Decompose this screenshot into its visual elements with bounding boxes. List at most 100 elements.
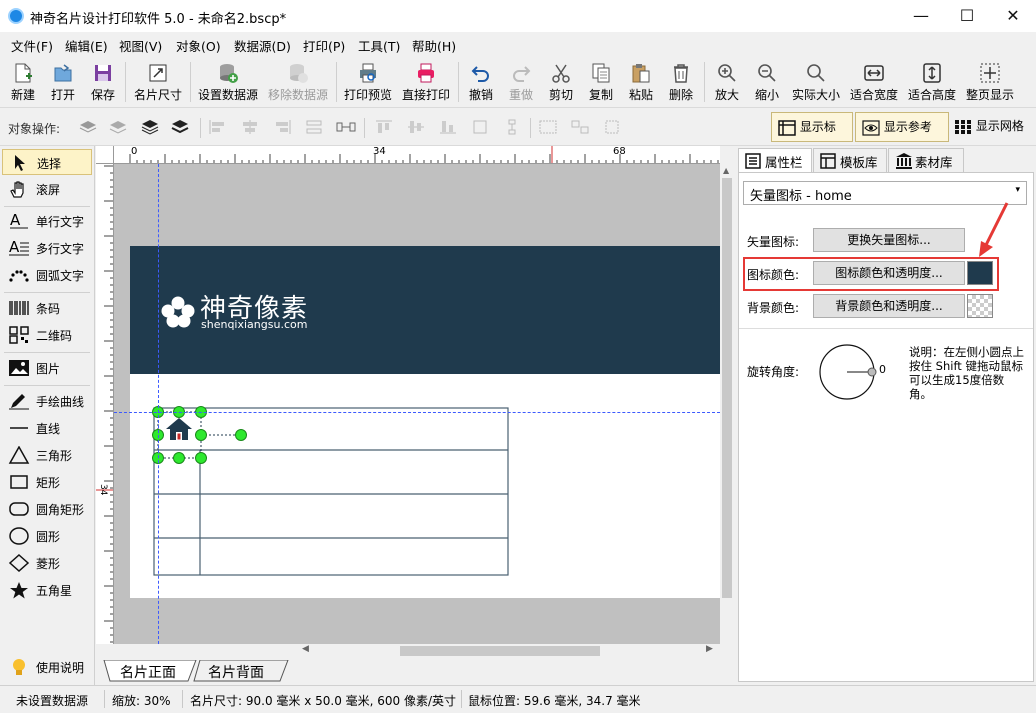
same-height-icon[interactable] xyxy=(502,119,522,135)
tool-select[interactable]: 选择 xyxy=(2,149,92,175)
tool-round-rect[interactable]: 圆角矩形 xyxy=(2,496,92,522)
bg-color-swatch[interactable] xyxy=(967,294,993,318)
maximize-button[interactable]: ☐ xyxy=(944,0,990,32)
tab-materials[interactable]: 素材库 xyxy=(888,148,964,172)
horizontal-guide-line[interactable] xyxy=(114,412,720,413)
fit-page-button[interactable]: 整页显示 xyxy=(964,58,1016,106)
group-icon[interactable] xyxy=(538,119,558,135)
vertical-scrollbar[interactable]: ▲ xyxy=(720,164,734,644)
zoom-out-button[interactable]: 缩小 xyxy=(750,58,784,106)
send-back-icon[interactable] xyxy=(108,119,128,135)
minimize-button[interactable]: — xyxy=(898,0,944,32)
selection-handles[interactable] xyxy=(130,246,720,598)
scroll-up-arrow-icon[interactable]: ▲ xyxy=(723,166,729,175)
align-bottom-icon[interactable] xyxy=(438,119,458,135)
resize-handle[interactable] xyxy=(173,452,185,464)
tool-barcode[interactable]: 条码 xyxy=(2,295,92,321)
actual-size-button[interactable]: 实际大小 xyxy=(790,58,842,106)
horizontal-ruler[interactable]: 0 34 68 xyxy=(114,146,720,164)
status-separator xyxy=(182,690,183,708)
tool-arc-text[interactable]: 圆弧文字 xyxy=(2,262,92,288)
database-add-icon xyxy=(220,64,238,83)
fit-height-button[interactable]: 适合高度 xyxy=(906,58,958,106)
scroll-left-arrow-icon[interactable]: ◀ xyxy=(302,644,309,654)
rotate-handle[interactable] xyxy=(235,429,247,441)
tool-help[interactable]: 使用说明 xyxy=(2,654,92,680)
undo-button[interactable]: 撤销 xyxy=(464,58,498,106)
bg-color-button[interactable]: 背景颜色和透明度... xyxy=(813,294,965,318)
scroll-right-arrow-icon[interactable]: ▶ xyxy=(706,644,713,654)
align-right-icon[interactable] xyxy=(272,119,292,135)
copy-button[interactable]: 复制 xyxy=(584,58,618,106)
new-button[interactable]: 新建 xyxy=(6,58,40,106)
tab-templates[interactable]: 模板库 xyxy=(813,148,887,172)
icon-color-button[interactable]: 图标颜色和透明度... xyxy=(813,261,965,285)
menu-print[interactable]: 打印(P) xyxy=(303,36,345,55)
design-workspace[interactable]: 神奇像素 shenqixiangsu.com xyxy=(114,164,720,644)
open-button[interactable]: 打开 xyxy=(46,58,80,106)
align-center-icon[interactable] xyxy=(240,119,260,135)
show-ruler-toggle[interactable]: 显示标尺 xyxy=(771,112,853,162)
save-button[interactable]: 保存 xyxy=(86,58,120,106)
zoom-in-button[interactable]: 放大 xyxy=(710,58,744,106)
menu-help[interactable]: 帮助(H) xyxy=(412,36,456,55)
redo-button[interactable]: 重做 xyxy=(504,58,538,106)
change-icon-button[interactable]: 更换矢量图标... xyxy=(813,228,965,252)
horizontal-scrollbar[interactable]: ◀ ▶ xyxy=(300,644,720,658)
menu-file[interactable]: 文件(F) xyxy=(11,36,53,55)
align-left-icon[interactable] xyxy=(208,119,228,135)
direct-print-button[interactable]: 直接打印 xyxy=(400,58,452,106)
sheet-tab-back[interactable]: 名片背面 xyxy=(208,662,264,682)
tool-qrcode[interactable]: 二维码 xyxy=(2,322,92,348)
paste-button[interactable]: 粘贴 xyxy=(624,58,658,106)
same-width-icon[interactable] xyxy=(470,119,490,135)
object-operation-label: 对象操作: xyxy=(8,122,61,136)
remove-datasource-button[interactable]: 移除数据源 xyxy=(266,58,330,106)
align-middle-icon[interactable] xyxy=(406,119,426,135)
menu-view[interactable]: 视图(V) xyxy=(119,36,162,55)
delete-button[interactable]: 删除 xyxy=(664,58,698,106)
tool-circle[interactable]: 圆形 xyxy=(2,523,92,549)
tool-image[interactable]: 图片 xyxy=(2,355,92,381)
business-card[interactable]: 神奇像素 shenqixiangsu.com xyxy=(130,246,720,598)
menu-datasource[interactable]: 数据源(D) xyxy=(234,36,291,55)
tool-freehand[interactable]: 手绘曲线 xyxy=(2,388,92,414)
vertical-ruler[interactable]: 34 xyxy=(96,164,114,644)
cut-button[interactable]: 剪切 xyxy=(544,58,578,106)
resize-handle[interactable] xyxy=(195,429,207,441)
set-datasource-button[interactable]: 设置数据源 xyxy=(196,58,260,106)
lock-icon[interactable] xyxy=(602,119,622,135)
fit-width-button[interactable]: 适合宽度 xyxy=(848,58,900,106)
close-button[interactable]: ✕ xyxy=(990,0,1036,32)
show-grid-toggle[interactable]: 显示网格 xyxy=(954,112,1024,142)
sheet-tab-front[interactable]: 名片正面 xyxy=(120,662,176,682)
tool-multi-text[interactable]: A 多行文字 xyxy=(2,235,92,261)
show-guides-toggle[interactable]: 显示参考线 xyxy=(855,112,949,162)
layer-down-icon[interactable] xyxy=(170,119,190,135)
tool-diamond[interactable]: 菱形 xyxy=(2,550,92,576)
resize-handle[interactable] xyxy=(195,452,207,464)
bring-front-icon[interactable] xyxy=(78,119,98,135)
menu-tools[interactable]: 工具(T) xyxy=(358,36,400,55)
vertical-guide-line[interactable] xyxy=(158,164,159,644)
distribute-v-icon[interactable] xyxy=(336,119,356,135)
tool-pan[interactable]: 滚屏 xyxy=(2,176,92,202)
align-top-icon[interactable] xyxy=(374,119,394,135)
horizontal-scroll-thumb[interactable] xyxy=(400,646,600,656)
tool-line[interactable]: 直线 xyxy=(2,415,92,441)
distribute-h-icon[interactable] xyxy=(304,119,324,135)
print-preview-button[interactable]: 打印预览 xyxy=(342,58,394,106)
card-size-button[interactable]: 名片尺寸 xyxy=(131,58,185,106)
menu-edit[interactable]: 编辑(E) xyxy=(65,36,108,55)
tool-rect[interactable]: 矩形 xyxy=(2,469,92,495)
tab-properties[interactable]: 属性栏 xyxy=(738,148,812,172)
tool-single-text[interactable]: A 单行文字 xyxy=(2,208,92,234)
ungroup-icon[interactable] xyxy=(570,119,590,135)
tool-star[interactable]: 五角星 xyxy=(2,577,92,603)
vertical-scroll-thumb[interactable] xyxy=(722,178,732,598)
layer-up-icon[interactable] xyxy=(140,119,160,135)
tool-triangle[interactable]: 三角形 xyxy=(2,442,92,468)
icon-color-swatch[interactable] xyxy=(967,261,993,285)
save-disk-icon xyxy=(95,65,111,81)
menu-object[interactable]: 对象(O) xyxy=(176,36,221,55)
